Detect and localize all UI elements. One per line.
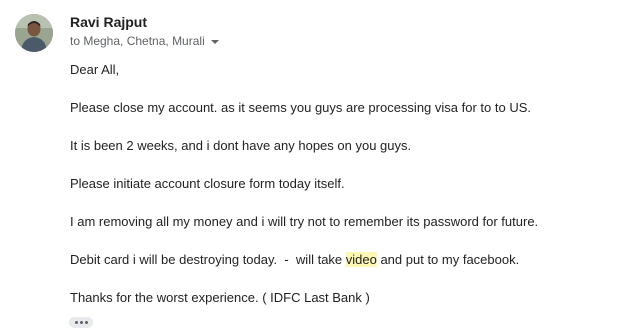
email-line-2: It is been 2 weeks, and i dont have any …: [70, 138, 412, 153]
email-line-6: Thanks for the worst experience. ( IDFC …: [70, 290, 370, 305]
recipients-toggle[interactable]: to Megha, Chetna, Murali: [70, 34, 219, 48]
chevron-down-icon[interactable]: [210, 39, 219, 44]
email-greeting: Dear All,: [70, 62, 120, 77]
email-line-3: Please initiate account closure form tod…: [70, 176, 345, 191]
email-line-5-end: and put to my facebook.: [376, 252, 520, 267]
sender-name: Ravi Rajput: [70, 14, 148, 30]
show-trimmed-content-button[interactable]: [69, 317, 93, 328]
email-message: Ravi Rajput to Megha, Chetna, Murali Dea…: [0, 0, 640, 336]
email-line-1: Please close my account. as it seems you…: [70, 100, 531, 115]
highlighted-word: video: [345, 252, 377, 267]
email-line-5: Debit card i will be destroying today. -…: [70, 252, 519, 267]
more-horiz-icon-dot: [79, 321, 83, 324]
email-line-4: I am removing all my money and i will tr…: [70, 214, 539, 229]
more-horiz-icon: [74, 321, 78, 324]
email-line-5-start: Debit card i will be destroying today. -…: [70, 252, 346, 267]
recipients-label: to Megha, Chetna, Murali: [70, 34, 205, 48]
avatar[interactable]: [15, 14, 53, 52]
avatar-photo: [15, 14, 53, 52]
more-horiz-icon-dot: [84, 321, 88, 324]
